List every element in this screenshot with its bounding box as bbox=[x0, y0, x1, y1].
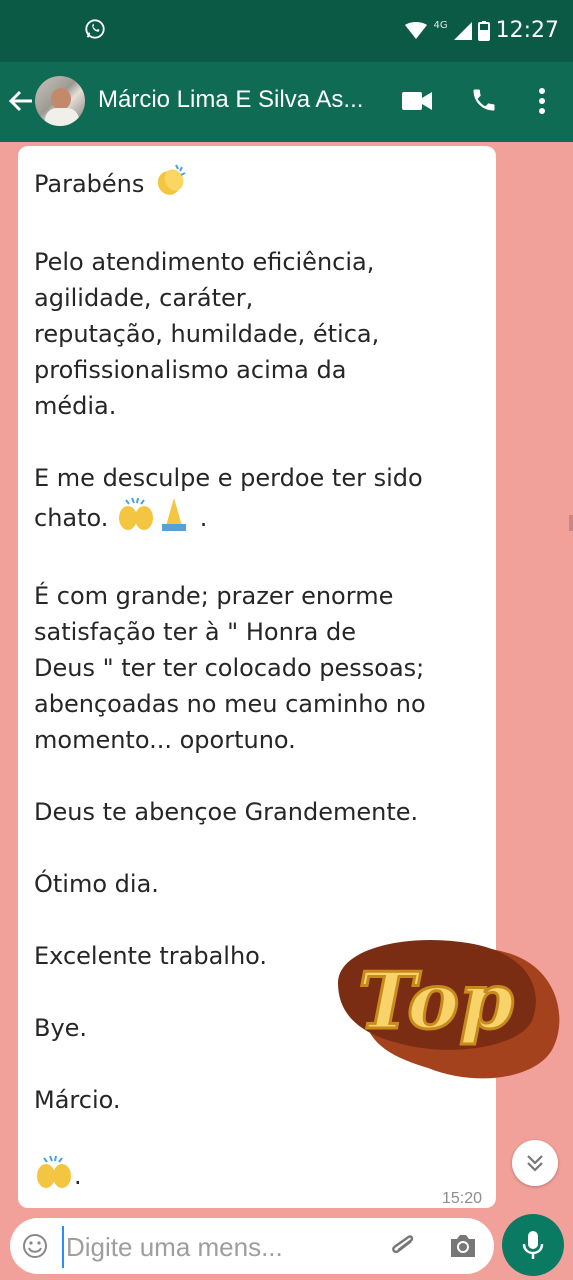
mic-icon bbox=[522, 1231, 544, 1259]
message-line: Ótimo dia. bbox=[34, 870, 159, 898]
message-input-bar bbox=[10, 1218, 494, 1274]
phone-icon[interactable] bbox=[470, 86, 498, 114]
raising-hands-emoji bbox=[34, 1154, 74, 1200]
status-bar: 4G 12:27 bbox=[0, 0, 573, 62]
message-time: 15:20 bbox=[441, 1190, 482, 1207]
clapping-hands-emoji bbox=[152, 162, 188, 208]
scroll-to-bottom-button[interactable] bbox=[512, 1140, 558, 1186]
message-line: Deus te abençoe Grandemente. bbox=[34, 798, 419, 826]
message-line: . bbox=[192, 504, 208, 532]
back-arrow-icon[interactable] bbox=[6, 86, 36, 116]
wifi-icon bbox=[405, 21, 428, 39]
signal-icon bbox=[453, 21, 472, 40]
battery-icon bbox=[477, 20, 490, 41]
attach-icon[interactable] bbox=[388, 1230, 418, 1262]
contact-name[interactable]: Márcio Lima E Silva As... bbox=[98, 86, 388, 114]
avatar[interactable] bbox=[35, 76, 85, 126]
network-type: 4G bbox=[433, 20, 448, 31]
emoji-icon[interactable] bbox=[22, 1233, 48, 1259]
whatsapp-icon bbox=[85, 19, 105, 39]
clock: 12:27 bbox=[495, 18, 559, 43]
top-sticker[interactable]: Top bbox=[328, 928, 566, 1088]
more-vert-icon[interactable] bbox=[532, 86, 552, 116]
message-line: Parabéns bbox=[34, 170, 145, 198]
video-call-icon[interactable] bbox=[402, 88, 432, 114]
message-line: É com grande; prazer enorme satisfação t… bbox=[34, 582, 426, 754]
chevron-double-down-icon bbox=[527, 1155, 543, 1172]
camera-icon[interactable] bbox=[448, 1232, 478, 1260]
message-line: . bbox=[74, 1162, 82, 1190]
message-line: Pelo atendimento eficiência, agilidade, … bbox=[34, 248, 380, 420]
message-line: E me desculpe e perdoe ter sido chato. bbox=[34, 464, 423, 532]
scrollbar[interactable] bbox=[569, 515, 573, 531]
sticker-text: Top bbox=[358, 956, 514, 1047]
folded-hands-emoji bbox=[156, 496, 192, 542]
chat-header: Márcio Lima E Silva As... bbox=[0, 62, 573, 142]
raising-hands-emoji bbox=[116, 496, 156, 542]
mic-button[interactable] bbox=[502, 1214, 564, 1276]
message-input[interactable] bbox=[62, 1226, 358, 1268]
